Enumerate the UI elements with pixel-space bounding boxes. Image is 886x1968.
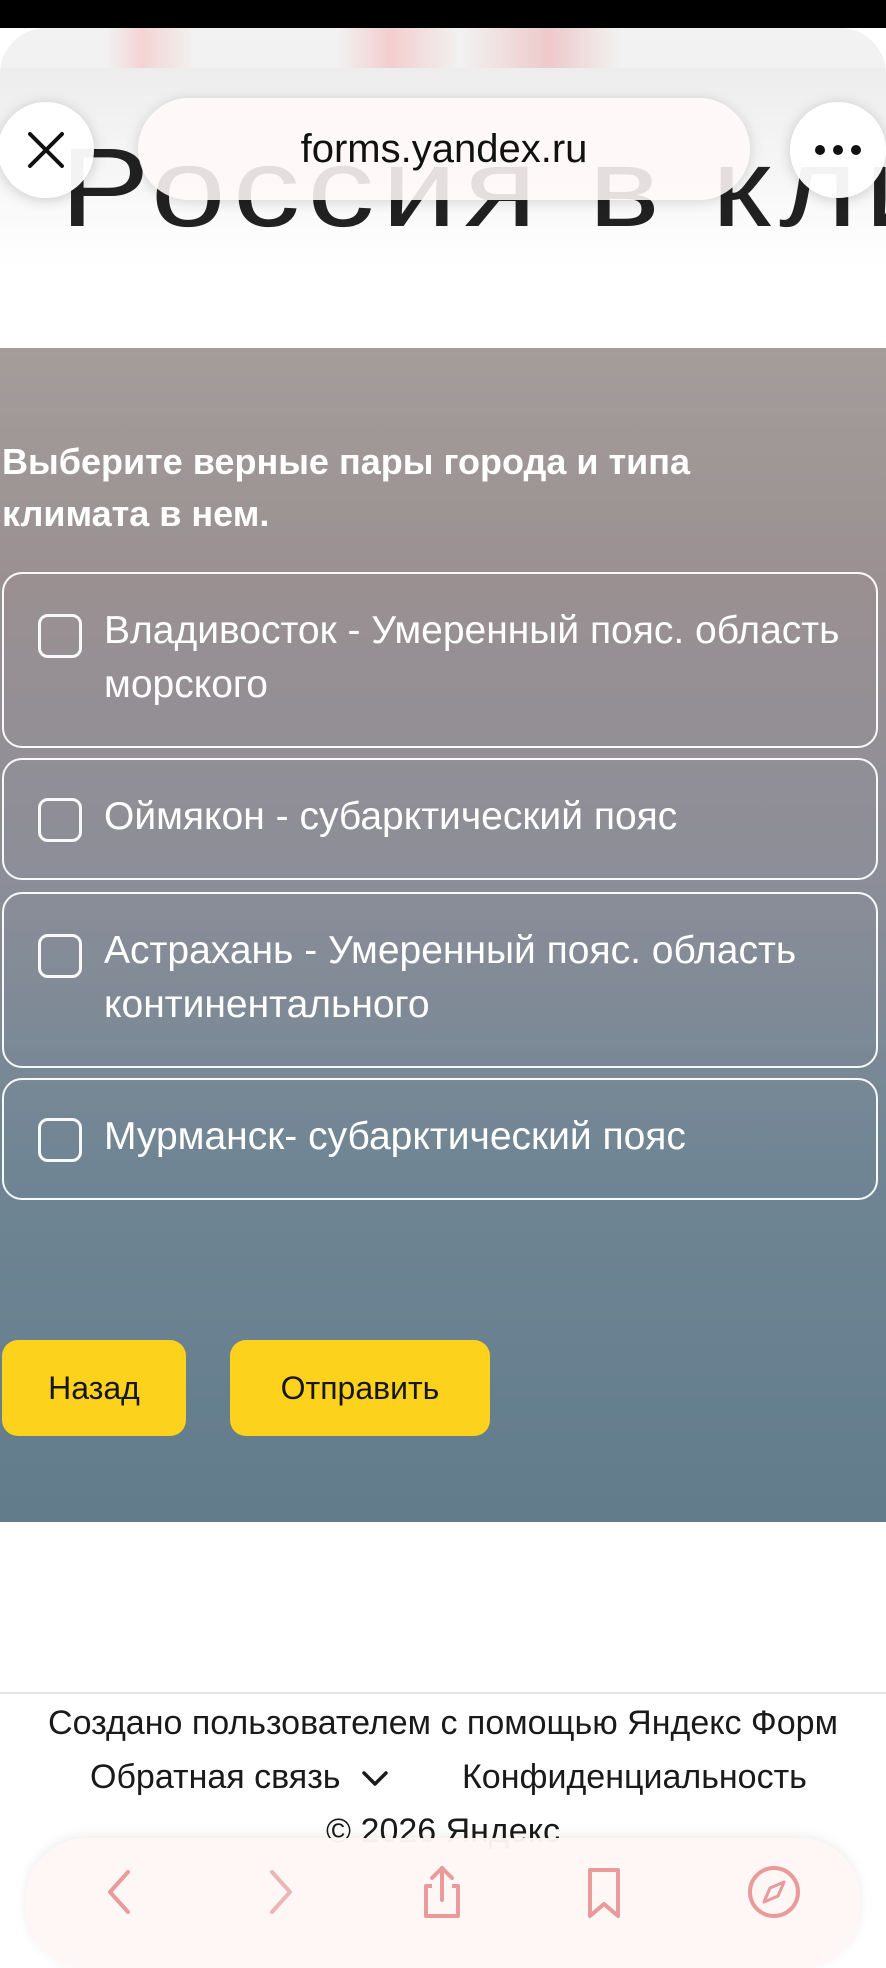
question-text: Выберите верные пары города и типа клима… xyxy=(2,441,691,534)
chevron-down-icon xyxy=(362,1771,388,1786)
checkbox[interactable] xyxy=(38,934,82,978)
url-text: forms.yandex.ru xyxy=(300,126,588,171)
option-checkbox[interactable]: Астрахань - Умеренный пояс. область конт… xyxy=(2,892,878,1068)
footer-credit: Создано пользователем с помощью Яндекс Ф… xyxy=(48,1704,838,1742)
status-bar xyxy=(0,0,886,28)
option-label: Владивосток - Умеренный пояс. область мо… xyxy=(104,609,840,706)
close-icon xyxy=(28,132,64,168)
browser-toolbar xyxy=(26,1838,860,1968)
option-checkbox[interactable]: Владивосток - Умеренный пояс. область мо… xyxy=(2,572,878,748)
submit-button[interactable]: Отправить xyxy=(230,1340,490,1436)
option-label: Мурманск- субарктический пояс xyxy=(104,1115,686,1158)
privacy-link[interactable]: Конфиденциальность xyxy=(462,1758,807,1797)
feedback-label: Обратная связь xyxy=(90,1758,341,1796)
share-icon[interactable] xyxy=(412,1862,472,1922)
form-panel: Выберите верные пары города и типа клима… xyxy=(0,348,886,1522)
close-button[interactable] xyxy=(0,102,94,198)
bookmark-icon[interactable] xyxy=(574,1862,634,1922)
option-label: Астрахань - Умеренный пояс. область конт… xyxy=(104,929,797,1026)
checkbox[interactable] xyxy=(38,614,82,658)
more-options-button[interactable] xyxy=(790,102,886,198)
chevron-right-icon[interactable] xyxy=(250,1862,310,1922)
compass-icon[interactable] xyxy=(744,1862,804,1922)
option-checkbox[interactable]: Мурманск- субарктический пояс xyxy=(2,1078,878,1200)
footer: Создано пользователем с помощью Яндекс Ф… xyxy=(0,1692,886,1850)
checkbox[interactable] xyxy=(38,798,82,842)
address-bar[interactable]: forms.yandex.ru xyxy=(138,98,750,200)
option-label: Оймякон - субарктический пояс xyxy=(104,795,678,838)
option-checkbox[interactable]: Оймякон - субарктический пояс xyxy=(2,758,878,880)
more-icon xyxy=(815,145,861,155)
back-button[interactable]: Назад xyxy=(2,1340,186,1436)
feedback-link[interactable]: Обратная связь xyxy=(90,1758,390,1797)
chevron-left-icon[interactable] xyxy=(90,1862,150,1922)
checkbox[interactable] xyxy=(38,1118,82,1162)
header-decoration xyxy=(0,28,886,68)
